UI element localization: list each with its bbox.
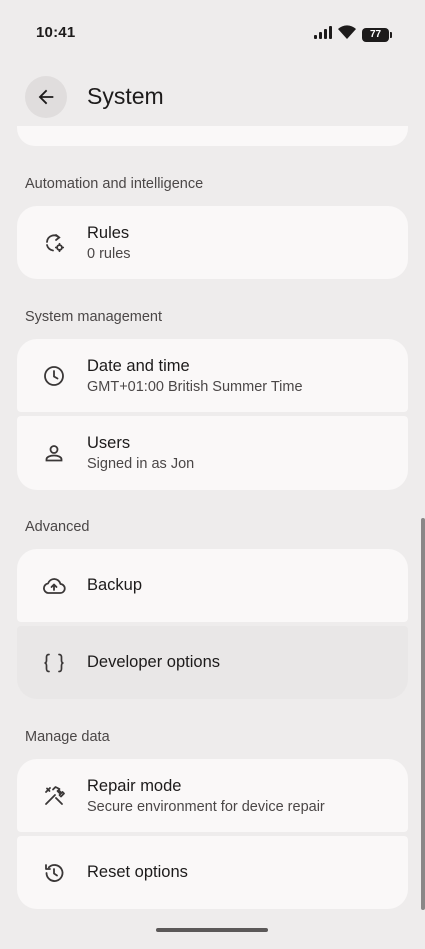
scrollbar[interactable] — [421, 518, 425, 910]
status-bar: 10:41 77 — [0, 0, 425, 66]
section-header-system-management: System management — [25, 309, 163, 325]
date-time-subtitle: GMT+01:00 British Summer Time — [87, 379, 303, 395]
settings-item-developer-options[interactable]: Developer options — [17, 626, 408, 699]
history-icon — [41, 860, 67, 886]
settings-item-users[interactable]: Users Signed in as Jon — [17, 416, 408, 490]
repair-mode-title: Repair mode — [87, 777, 182, 795]
top-app-bar: System — [0, 70, 425, 124]
rules-subtitle: 0 rules — [87, 246, 131, 262]
settings-item-repair-mode[interactable]: Repair mode Secure environment for devic… — [17, 759, 408, 832]
settings-item-date-time[interactable]: Date and time GMT+01:00 British Summer T… — [17, 339, 408, 412]
status-icons: 77 — [314, 25, 392, 44]
repair-tools-icon — [41, 783, 67, 809]
cloud-upload-icon — [41, 573, 67, 599]
backup-title: Backup — [87, 575, 143, 594]
section-header-manage-data: Manage data — [25, 729, 110, 745]
settings-item-rules[interactable]: Rules 0 rules — [17, 206, 408, 279]
users-title: Users — [87, 434, 131, 452]
wifi-icon — [338, 25, 356, 44]
clock-icon — [41, 363, 67, 389]
rules-title: Rules — [87, 224, 130, 242]
back-button[interactable] — [25, 76, 67, 118]
section-header-advanced: Advanced — [25, 519, 90, 535]
settings-item-backup[interactable]: Backup — [17, 549, 408, 622]
person-icon — [41, 440, 67, 466]
section-header-automation: Automation and intelligence — [25, 176, 204, 192]
scrolled-card-remnant — [17, 126, 408, 146]
page-title: System — [87, 83, 164, 109]
arrow-back-icon — [38, 89, 54, 105]
reset-options-title: Reset options — [87, 862, 188, 881]
repair-mode-subtitle: Secure environment for device repair — [87, 799, 325, 815]
battery-icon: 77 — [362, 27, 392, 42]
braces-icon — [41, 650, 67, 676]
date-time-title: Date and time — [87, 357, 190, 375]
signal-icon — [314, 25, 332, 44]
rules-icon — [41, 230, 67, 256]
home-indicator[interactable] — [156, 928, 268, 932]
users-subtitle: Signed in as Jon — [87, 456, 195, 472]
settings-item-reset-options[interactable]: Reset options — [17, 836, 408, 909]
developer-options-title: Developer options — [87, 652, 220, 671]
status-clock: 10:41 — [36, 24, 76, 41]
